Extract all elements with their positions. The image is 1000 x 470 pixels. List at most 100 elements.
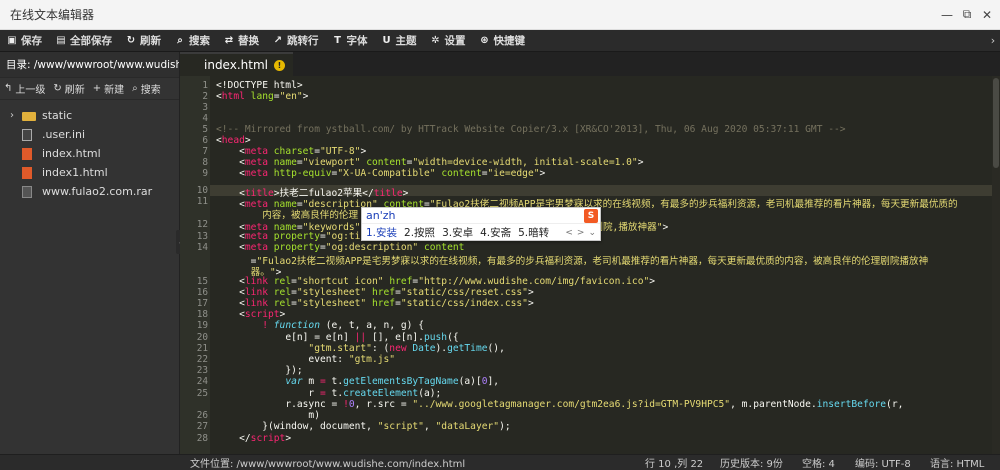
line-number: 10 — [196, 185, 208, 196]
scrollbar-thumb[interactable] — [993, 78, 999, 168]
code-line: ! function (e, t, a, n, g) { — [262, 320, 424, 331]
up-arrow-icon: ↰ — [4, 83, 13, 94]
refresh-button[interactable]: ↻ 刷新 — [119, 30, 168, 52]
jump-icon: ↗ — [273, 35, 283, 46]
status-history[interactable]: 历史版本: 9份 — [720, 455, 783, 470]
line-number: 21 — [196, 343, 208, 354]
jump-line-button[interactable]: ↗ 跳转行 — [266, 30, 326, 52]
status-bar: 文件位置: /www/wwwroot/www.wudishe.com/index… — [0, 454, 1000, 470]
theme-button[interactable]: U 主题 — [375, 30, 424, 52]
status-encoding[interactable]: 编码: UTF-8 — [855, 455, 911, 470]
status-language[interactable]: 语言: HTML — [930, 455, 984, 470]
line-number: 9 — [202, 168, 208, 179]
settings-button[interactable]: ✲ 设置 — [424, 30, 473, 52]
code-line: <link rel="stylesheet" href="static/css/… — [239, 287, 534, 298]
ime-candidate[interactable]: 2.按照 — [404, 225, 435, 240]
line-number: 11 — [196, 196, 208, 207]
ime-candidates: 1.安装 2.按照 3.安卓 4.安斋 5.暗转 < > ⌄ — [362, 224, 600, 241]
code-line: <link rel="shortcut icon" href="http://w… — [239, 276, 656, 287]
ime-candidate[interactable]: 1.安装 — [366, 225, 397, 240]
search-icon: ⌕ — [132, 83, 138, 94]
line-number: 14 — [196, 242, 208, 253]
line-number: 28 — [196, 433, 208, 444]
ime-candidate[interactable]: 3.安卓 — [442, 225, 473, 240]
tree-item-index-html[interactable]: index.html — [0, 144, 179, 163]
code-line: m) — [308, 410, 320, 421]
line-number: 7 — [202, 146, 208, 157]
code-line: <meta property="og:description" content — [239, 242, 465, 253]
title-bar: 在线文本编辑器 — ⧉ ✕ — [0, 0, 1000, 30]
new-file-button[interactable]: + 新建 — [93, 81, 124, 96]
line-number: 15 — [196, 276, 208, 287]
minimize-icon[interactable]: — — [938, 6, 956, 24]
parent-dir-button[interactable]: ↰ 上一级 — [4, 81, 45, 96]
unsaved-warning-icon: ! — [273, 59, 285, 71]
file-icon — [22, 128, 32, 141]
code-line: <html lang="en"> — [216, 91, 309, 102]
replace-icon: ⇄ — [224, 35, 234, 46]
code-line: <!DOCTYPE html> — [216, 80, 303, 91]
code-line: r = t.createElement(a); — [308, 388, 442, 399]
window-title: 在线文本编辑器 — [10, 8, 95, 22]
sidebar-refresh-button[interactable]: ↻ 刷新 — [53, 81, 84, 96]
tree-item-user-ini[interactable]: .user.ini — [0, 125, 179, 144]
line-number: 19 — [196, 320, 208, 331]
save-button[interactable]: ▣ 保存 — [0, 30, 49, 52]
ime-candidate[interactable]: 4.安斋 — [480, 225, 511, 240]
gear-icon: ✲ — [431, 35, 440, 46]
code-line: <link rel="stylesheet" href="static/css/… — [239, 298, 534, 309]
code-line: <meta property="og:titl — [239, 231, 372, 242]
chevron-right-icon[interactable]: > — [577, 228, 585, 238]
chevron-left-icon[interactable]: < — [565, 228, 573, 238]
tree-item-index1-html[interactable]: index1.html — [0, 163, 179, 182]
chevron-right-icon[interactable]: › — [10, 110, 22, 121]
shortcut-icon: ⊛ — [480, 35, 489, 46]
code-line: <!-- Mirrored from ystball.com/ by HTTra… — [216, 124, 846, 135]
html-file-icon — [22, 147, 32, 160]
line-number: 18 — [196, 309, 208, 320]
ime-nav: < > ⌄ — [565, 228, 596, 238]
line-number: 6 — [202, 135, 208, 146]
status-cursor: 行 10 ,列 22 — [645, 459, 704, 470]
code-line: <meta http-equiv="X-UA-Compatible" conte… — [239, 168, 546, 179]
code-line: </script> — [239, 433, 292, 444]
search-button[interactable]: ⌕ 搜索 — [168, 30, 217, 52]
replace-button[interactable]: ⇄ 替换 — [217, 30, 266, 52]
code-line: }); — [285, 365, 303, 376]
sogou-logo-icon: S — [584, 209, 598, 223]
refresh-icon: ↻ — [53, 83, 62, 94]
close-icon[interactable]: ✕ — [978, 6, 996, 24]
ime-candidate-popup[interactable]: an'zh S 1.安装 2.按照 3.安卓 4.安斋 5.暗转 < > ⌄ — [361, 207, 601, 241]
chevron-right-icon[interactable]: › — [986, 34, 1000, 47]
maximize-icon[interactable]: ⧉ — [958, 6, 976, 24]
line-number: 3 — [202, 102, 208, 113]
line-number: 20 — [196, 332, 208, 343]
directory-path: 目录: /www/wwwroot/www.wudishe.c... — [0, 52, 179, 78]
archive-icon — [22, 185, 32, 198]
ime-candidate[interactable]: 5.暗转 — [518, 225, 549, 240]
code-line: event: "gtm.js" — [308, 354, 396, 365]
search-icon: ⌕ — [177, 35, 183, 46]
font-icon: T — [334, 35, 341, 46]
file-sidebar: 目录: /www/wwwroot/www.wudishe.c... ↰上一级 ↻… — [0, 52, 180, 454]
code-editor[interactable]: 1 2 3 4 5 6 7 8 9 10 11 12 13 14 15 16 1… — [180, 76, 1000, 454]
line-number: 17 — [196, 298, 208, 309]
sidebar-actions: ↰ 上一级 ↻ 刷新 + 新建 ⌕ 搜索 — [0, 78, 179, 100]
file-tree: › static .user.ini index.html index1.htm… — [0, 100, 179, 201]
status-indent[interactable]: 空格: 4 — [802, 455, 835, 470]
code-line: <meta name="viewport" content="width=dev… — [239, 157, 644, 168]
save-icon: ▣ — [7, 35, 17, 46]
tree-item-rar[interactable]: www.fulao2.com.rar — [0, 182, 179, 201]
tree-item-static[interactable]: › static — [0, 106, 179, 125]
vertical-scrollbar[interactable] — [992, 76, 1000, 454]
line-number: 25 — [196, 388, 208, 399]
toolbar: ▣ 保存 ▤ 全部保存 ↻ 刷新 ⌕ 搜索 ⇄ 替换 ↗ 跳转行 T 字体 U 主题 ✲ 设置 ⊛… — [0, 30, 1000, 52]
font-button[interactable]: T 字体 — [326, 30, 375, 52]
shortcut-button[interactable]: ⊛ 快捷键 — [473, 30, 533, 52]
chevron-down-icon[interactable]: ⌄ — [588, 228, 596, 238]
sidebar-search-button[interactable]: ⌕ 搜索 — [132, 81, 161, 96]
code-line: e[n] = e[n] || [], e[n].push({ — [285, 332, 459, 343]
save-all-button[interactable]: ▤ 全部保存 — [49, 30, 119, 52]
tab-index-html[interactable]: index.html ! — [180, 52, 293, 76]
line-number: 12 — [196, 219, 208, 230]
